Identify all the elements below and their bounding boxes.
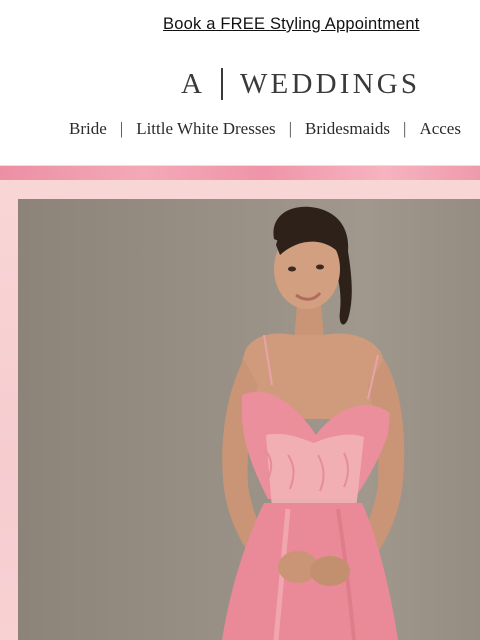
nav-item-little-white-dresses[interactable]: Little White Dresses bbox=[136, 119, 275, 139]
nav-item-bride[interactable]: Bride bbox=[69, 119, 107, 139]
nav-separator: | bbox=[403, 119, 407, 138]
main-nav: Bride | Little White Dresses | Bridesmai… bbox=[69, 119, 461, 139]
nav-item-bridesmaids[interactable]: Bridesmaids bbox=[305, 119, 390, 139]
logo-divider bbox=[220, 68, 223, 100]
model-illustration bbox=[222, 206, 405, 640]
nav-separator: | bbox=[119, 119, 124, 138]
styling-appointment-link[interactable]: Book a FREE Styling Appointment bbox=[163, 15, 420, 34]
hero-model-photo[interactable] bbox=[18, 199, 480, 640]
logo-wordmark: WEDDINGS bbox=[239, 67, 421, 100]
promo-bar: Book a FREE Styling Appointment bbox=[0, 0, 480, 52]
logo-mark: A bbox=[181, 67, 203, 100]
banner-stripe bbox=[0, 166, 480, 180]
nav-separator: | bbox=[288, 119, 293, 138]
nav-item-accessories[interactable]: Acces bbox=[419, 119, 461, 139]
brand-logo[interactable]: A WEDDINGS bbox=[181, 66, 420, 102]
